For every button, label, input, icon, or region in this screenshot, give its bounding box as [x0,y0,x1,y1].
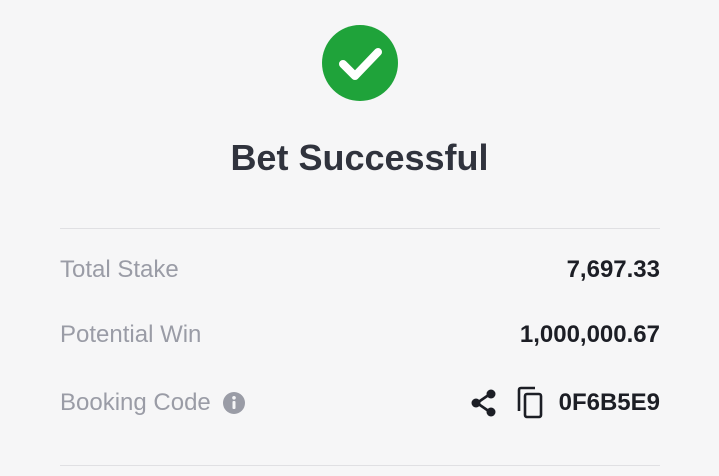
divider-top [60,228,660,229]
booking-code-value[interactable]: 0F6B5E9 [559,389,660,417]
booking-code-row: Booking Code 0F6B5E9 [60,383,660,423]
potential-win-row: Potential Win 1,000,000.67 [60,315,660,355]
total-stake-row: Total Stake 7,697.33 [60,250,660,290]
share-icon[interactable] [469,388,499,418]
booking-code-label: Booking Code [60,389,211,416]
booking-code-label-group: Booking Code [60,389,245,417]
check-circle-icon [322,25,398,101]
total-stake-label: Total Stake [60,256,179,283]
info-icon[interactable] [222,392,245,414]
potential-win-label: Potential Win [60,321,202,348]
page-title: Bet Successful [230,137,489,178]
total-stake-value: 7,697.33 [566,256,660,283]
divider-bottom [60,465,660,466]
booking-code-actions: 0F6B5E9 [469,386,660,420]
potential-win-value: 1,000,000.67 [519,321,660,348]
copy-icon[interactable] [515,386,545,420]
